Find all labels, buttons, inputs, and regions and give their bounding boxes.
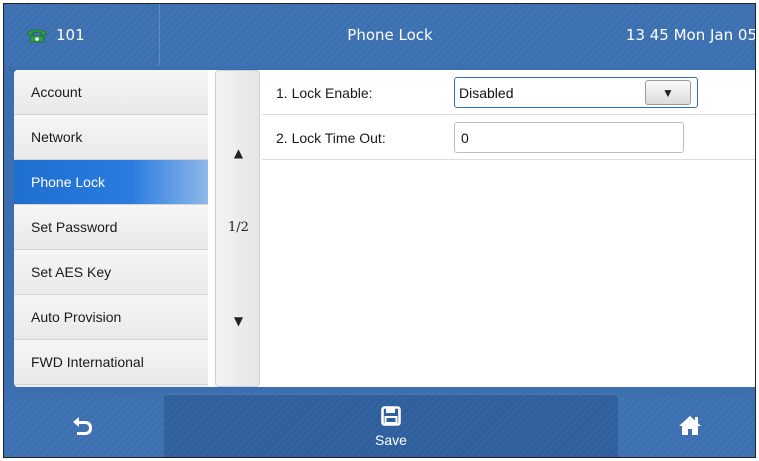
settings-content: 1. Lock Enable: Disabled ▼ 2. Lock Time … (262, 70, 755, 387)
sidebar-item-account[interactable]: Account (14, 70, 208, 115)
status-bar: 101 Phone Lock 13 45 Mon Jan 05 (4, 4, 756, 66)
home-button[interactable] (622, 394, 755, 457)
phone-screen: 101 Phone Lock 13 45 Mon Jan 05 Account … (3, 3, 756, 458)
sidebar-item-set-password[interactable]: Set Password (14, 205, 208, 250)
sidebar-item-phone-lock[interactable]: Phone Lock (14, 160, 208, 205)
page-indicator: 1/2 (228, 220, 249, 235)
dropdown-button[interactable]: ▼ (645, 80, 691, 105)
page-title: Phone Lock (347, 26, 433, 44)
lock-enable-row: 1. Lock Enable: Disabled ▼ (262, 70, 755, 115)
lock-enable-value: Disabled (459, 84, 514, 101)
save-button[interactable]: Save (164, 394, 618, 457)
triangle-up-icon: ▲ (233, 146, 244, 160)
sidebar-menu: Account Network Phone Lock Set Password … (14, 70, 208, 387)
scroll-up-button[interactable]: ▲ (216, 146, 261, 160)
softkey-bar: Save (4, 394, 755, 457)
lock-enable-label: 1. Lock Enable: (276, 84, 373, 101)
scroll-down-button[interactable]: ▼ (216, 314, 261, 328)
floppy-disk-icon (381, 405, 401, 430)
line-indicator[interactable]: 101 (4, 4, 160, 66)
lock-timeout-label: 2. Lock Time Out: (276, 129, 386, 146)
lock-timeout-input[interactable]: 0 (454, 122, 684, 153)
lock-enable-select[interactable]: Disabled ▼ (454, 77, 698, 108)
phone-handset-icon (26, 27, 48, 43)
back-button[interactable] (4, 394, 160, 457)
page-scroller: ▲ 1/2 ▼ (215, 70, 260, 387)
lock-timeout-row: 2. Lock Time Out: 0 (262, 115, 755, 160)
sidebar-item-auto-provision[interactable]: Auto Provision (14, 295, 208, 340)
sidebar-item-set-aes-key[interactable]: Set AES Key (14, 250, 208, 295)
triangle-down-icon: ▼ (662, 85, 674, 100)
extension-number: 101 (56, 26, 85, 44)
triangle-down-icon: ▼ (233, 314, 244, 328)
back-arrow-icon (70, 414, 94, 440)
date-time: 13 45 Mon Jan 05 (625, 26, 756, 44)
sidebar-item-network[interactable]: Network (14, 115, 208, 160)
save-label: Save (375, 431, 407, 448)
lock-timeout-value: 0 (461, 129, 469, 146)
home-icon (677, 414, 703, 440)
main-panel: Account Network Phone Lock Set Password … (14, 70, 755, 387)
sidebar-item-fwd-international[interactable]: FWD International (14, 340, 208, 385)
